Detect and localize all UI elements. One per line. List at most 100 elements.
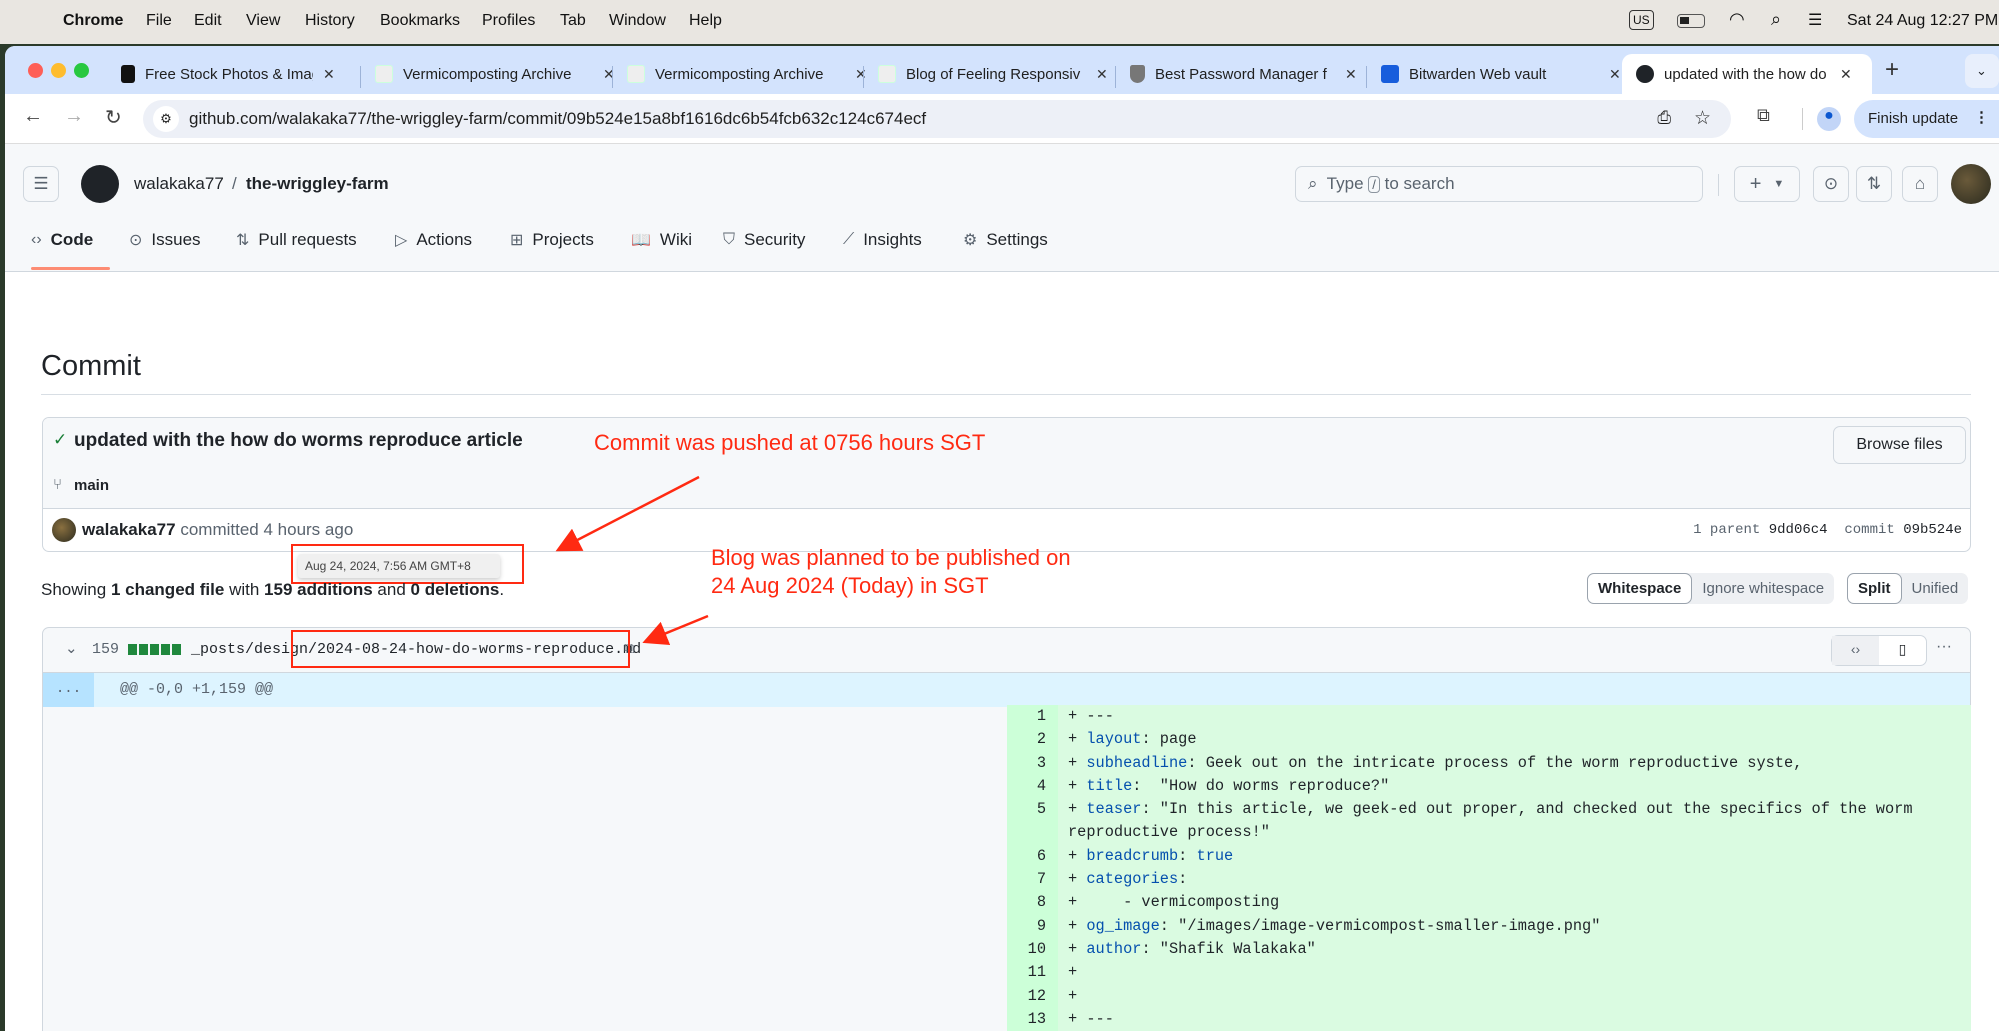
tab-free-stock-photos[interactable]: Free Stock Photos & Imag ✕	[121, 54, 335, 94]
profile-icon[interactable]: ●	[1817, 107, 1841, 131]
menu-clock[interactable]: Sat 24 Aug 12:27 PM	[1847, 12, 1998, 30]
bitwarden-icon	[1381, 65, 1399, 83]
forward-button[interactable]: →	[64, 105, 84, 128]
hamburger-menu-button[interactable]: ☰	[23, 166, 59, 202]
site-info-icon[interactable]: ⚙	[153, 106, 179, 132]
tab-title: Vermicomposting Archive	[655, 65, 824, 83]
omnibox[interactable]: ⚙ github.com/walakaka77/the-wriggley-far…	[143, 100, 1731, 138]
menu-edit[interactable]: Edit	[194, 12, 222, 30]
shield-icon: ⛉	[723, 231, 736, 248]
minimize-window-button[interactable]	[51, 63, 66, 78]
back-button[interactable]: ←	[23, 105, 43, 128]
nav-label: Wiki	[659, 230, 693, 249]
zoom-window-button[interactable]	[74, 63, 89, 78]
nav-tab-wiki[interactable]: 📖 Wiki	[631, 230, 692, 250]
url-text[interactable]: github.com/walakaka77/the-wriggley-farm/…	[189, 109, 926, 128]
repo-owner-link[interactable]: walakaka77	[134, 174, 224, 194]
tab-title: Bitwarden Web vault	[1409, 65, 1547, 83]
menu-history[interactable]: History	[305, 12, 355, 30]
menu-tab[interactable]: Tab	[560, 12, 586, 30]
arrow-to-timestamp	[555, 475, 700, 552]
nav-tab-projects[interactable]: ⊞ Projects	[510, 230, 594, 250]
search-input[interactable]: ⌕ Type / to search	[1295, 166, 1703, 202]
book-icon: 📖	[631, 232, 651, 249]
nav-label: Actions	[416, 230, 473, 249]
close-tab-icon[interactable]: ✕	[855, 66, 867, 83]
issues-button[interactable]: ⊙	[1813, 166, 1849, 202]
tab-separator	[360, 66, 361, 88]
header-divider	[1718, 174, 1719, 196]
finish-update-label: Finish update	[1868, 110, 1959, 127]
shield-icon	[1130, 65, 1145, 83]
address-bar-row: ← → ↻ ⚙ github.com/walakaka77/the-wriggl…	[5, 94, 1999, 144]
tab-bitwarden[interactable]: Bitwarden Web vault ✕	[1381, 54, 1621, 94]
nav-tab-security[interactable]: ⛉ Security	[723, 230, 805, 250]
nav-label: Security	[744, 230, 806, 249]
nav-tab-code[interactable]: ‹› Code	[31, 230, 93, 250]
tab-separator	[612, 66, 613, 88]
close-tab-icon[interactable]: ✕	[1840, 66, 1852, 83]
nav-label: Insights	[863, 230, 922, 249]
control-center-icon[interactable]: ☰	[1808, 10, 1822, 30]
battery-icon[interactable]	[1677, 14, 1705, 28]
spotlight-search-icon[interactable]: ⌕	[1771, 9, 1781, 30]
menu-help[interactable]: Help	[689, 12, 722, 30]
github-logo-icon[interactable]	[81, 165, 119, 203]
tab-separator	[1366, 66, 1367, 88]
menu-profiles[interactable]: Profiles	[482, 12, 535, 30]
caret-down-icon: ▼	[1773, 178, 1785, 190]
arrow-to-filename	[642, 614, 709, 645]
tab-title: Vermicomposting Archive	[403, 65, 572, 83]
menu-window[interactable]: Window	[609, 12, 666, 30]
user-avatar[interactable]	[1951, 164, 1991, 204]
nav-tab-issues[interactable]: ⊙ Issues	[129, 230, 201, 250]
nav-tab-settings[interactable]: ⚙ Settings	[963, 230, 1048, 250]
nav-tab-actions[interactable]: ▷ Actions	[395, 230, 472, 250]
close-window-button[interactable]	[28, 63, 43, 78]
tab-vermicomposting-archive[interactable]: Vermicomposting Archive ✕	[375, 54, 615, 94]
code-icon: ‹›	[31, 231, 42, 248]
tab-blog-feeling-responsive[interactable]: Blog of Feeling Responsiv ✕	[878, 54, 1108, 94]
reload-button[interactable]: ↻	[105, 105, 122, 130]
menu-app-name[interactable]: Chrome	[63, 12, 123, 30]
bookmark-star-icon[interactable]: ☆	[1694, 107, 1711, 130]
menu-view[interactable]: View	[246, 12, 280, 30]
tab-vermicomposting-archive-2[interactable]: Vermicomposting Archive ✕	[627, 54, 867, 94]
close-tab-icon[interactable]: ✕	[323, 66, 335, 83]
site-favicon	[627, 65, 645, 83]
close-tab-icon[interactable]: ✕	[1609, 66, 1621, 83]
tab-search-dropdown[interactable]: ⌄	[1965, 54, 1999, 88]
input-source-indicator[interactable]: US	[1629, 10, 1654, 30]
pull-requests-button[interactable]: ⇅	[1856, 166, 1892, 202]
inbox-button[interactable]: ⌂	[1902, 166, 1938, 202]
menu-bookmarks[interactable]: Bookmarks	[380, 12, 460, 30]
close-tab-icon[interactable]: ✕	[1096, 66, 1108, 83]
graph-icon: ⟋	[843, 231, 855, 248]
nav-tab-pull-requests[interactable]: ⇅ Pull requests	[236, 230, 357, 250]
repo-name-link[interactable]: the-wriggley-farm	[246, 174, 389, 194]
gear-icon: ⚙	[963, 232, 978, 249]
active-tab-underline	[31, 267, 110, 270]
tab-best-password-manager[interactable]: Best Password Manager f ✕	[1130, 54, 1357, 94]
nav-label: Pull requests	[258, 230, 357, 249]
annotation-arrows	[555, 475, 709, 645]
install-app-icon[interactable]: ⎙	[1657, 108, 1671, 128]
issue-icon: ⊙	[129, 232, 143, 249]
create-new-button[interactable]: + ▼	[1734, 166, 1800, 202]
commit-page: Commit ✓ updated with the how do worms r…	[5, 272, 1999, 1031]
macos-menu-bar: Chrome File Edit View History Bookmarks …	[0, 0, 1999, 44]
search-shortcut-key: /	[1368, 176, 1380, 193]
pull-request-icon: ⇅	[236, 232, 250, 249]
menu-file[interactable]: File	[146, 12, 172, 30]
tab-title: Best Password Manager f	[1155, 65, 1327, 83]
wifi-icon[interactable]: ◠	[1729, 9, 1745, 30]
search-placeholder-rest: to search	[1384, 174, 1455, 193]
site-favicon	[375, 65, 393, 83]
more-menu-icon[interactable]: ⋮	[1974, 108, 1989, 126]
finish-update-button[interactable]: Finish update ⋮	[1854, 100, 1999, 138]
close-tab-icon[interactable]: ✕	[1345, 66, 1357, 83]
new-tab-button[interactable]: +	[1885, 56, 1899, 84]
extensions-icon[interactable]: ⧉	[1757, 105, 1770, 126]
tab-github-commit-active[interactable]: updated with the how do ✕	[1622, 54, 1872, 94]
nav-tab-insights[interactable]: ⟋ Insights	[843, 230, 922, 250]
